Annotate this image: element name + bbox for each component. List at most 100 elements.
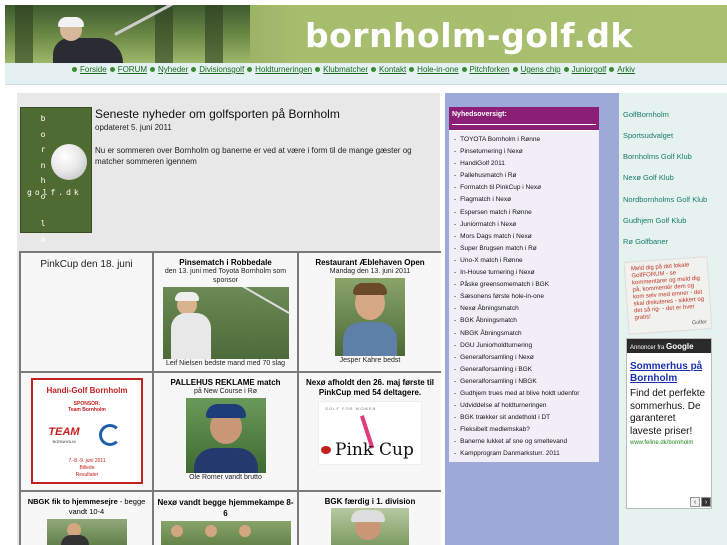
club-link[interactable]: Nexø Golf Klub bbox=[623, 173, 674, 182]
ad-next-button[interactable]: › bbox=[701, 497, 711, 507]
news-item-label[interactable]: Sæsonens første hole-in-one bbox=[460, 293, 544, 300]
forum-sticky-note[interactable]: Meld dig på det lokale GolfFORUM - se ko… bbox=[623, 256, 713, 335]
pinkcup-date-cell[interactable]: PinkCup den 18. juni bbox=[21, 253, 152, 371]
club-link[interactable]: Gudhjem Golf Klub bbox=[623, 216, 686, 225]
news-item[interactable]: - Flagmatch i Nexø bbox=[449, 194, 599, 206]
club-link[interactable]: Rø Golfbaner bbox=[623, 237, 668, 246]
handigolf-resultater-link[interactable]: Resultater bbox=[33, 472, 141, 478]
news-item[interactable]: - Uno-X match i Rønne bbox=[449, 255, 599, 267]
club-link[interactable]: Sportsudvalget bbox=[623, 131, 673, 140]
news-item-label[interactable]: DGU Juniorholdturnering bbox=[460, 342, 532, 349]
bgk-photo[interactable] bbox=[331, 508, 409, 545]
news-item[interactable]: - Udviddelse af holdturneringen bbox=[449, 400, 599, 412]
pallehus-cell[interactable]: PALLEHUS REKLAME match på New Course i R… bbox=[154, 373, 297, 490]
bgk-title[interactable]: BGK færdig i 1. division bbox=[299, 497, 441, 506]
ad-url[interactable]: www.feline.dk/bornholm bbox=[627, 438, 711, 446]
news-item[interactable]: - Pallehusmatch i Rø bbox=[449, 170, 599, 182]
news-item-label[interactable]: Kampprogram Danmarksturr. 2011 bbox=[460, 450, 560, 457]
news-item-label[interactable]: Super Brugsen match i Rø bbox=[460, 245, 537, 252]
news-item-label[interactable]: Flagmatch i Nexø bbox=[460, 196, 511, 203]
pinsematch-cell[interactable]: Pinsematch i Robbedale den 13. juni med … bbox=[154, 253, 297, 371]
news-item-label[interactable]: Pallehusmatch i Rø bbox=[460, 172, 516, 179]
news-item[interactable]: - Espersen match i Rønne bbox=[449, 207, 599, 219]
nav-link[interactable]: Forside bbox=[80, 65, 107, 74]
news-item[interactable]: - BGK trækker sit andethold i DT bbox=[449, 412, 599, 424]
news-item[interactable]: - BGK Åbningsmatch bbox=[449, 315, 599, 327]
nav-item[interactable]: Holdturneringen bbox=[247, 65, 312, 74]
nav-item[interactable]: Kontakt bbox=[371, 65, 406, 74]
news-item[interactable]: - Generalforsamling i NBGK bbox=[449, 376, 599, 388]
pinsematch-title[interactable]: Pinsematch i Robbedale bbox=[154, 258, 297, 267]
club-link[interactable]: Bornholms Golf Klub bbox=[623, 152, 692, 161]
news-item-label[interactable]: BGK trækker sit andethold i DT bbox=[460, 414, 550, 421]
news-item[interactable]: - Pinseturnering i Nexø bbox=[449, 146, 599, 158]
news-item-label[interactable]: Påske greensomematch i BGK bbox=[460, 281, 549, 288]
news-item[interactable]: - Kampprogram Danmarksturr. 2011 bbox=[449, 448, 599, 460]
news-item[interactable]: - Juniormatch i Nexø bbox=[449, 219, 599, 231]
news-item[interactable]: - TOYOTA Bornholm i Rønne bbox=[449, 134, 599, 146]
nexo-pinkcup-cell[interactable]: Nexø afholdt den 26. maj første til Pink… bbox=[299, 373, 441, 490]
news-item-label[interactable]: Nexø Åbningsmatch bbox=[460, 305, 519, 312]
nbgk-cell[interactable]: NBGK fik to hjemmesejre - begge vandt 10… bbox=[21, 492, 152, 545]
news-item-label[interactable]: NBGK Åbningsmatch bbox=[460, 330, 521, 337]
nav-item[interactable]: Klubmatcher bbox=[315, 65, 368, 74]
google-ad[interactable]: Annoncer fra Google Sommerhus på Bornhol… bbox=[626, 338, 712, 509]
restaurant-title[interactable]: Restaurant Æblehaven Open bbox=[299, 258, 441, 267]
nav-link[interactable]: Arkiv bbox=[617, 65, 635, 74]
ad-title-link[interactable]: Sommerhus på Bornholm bbox=[627, 353, 711, 385]
pinsematch-photo[interactable] bbox=[162, 287, 289, 359]
news-item[interactable]: - DGU Juniorholdturnering bbox=[449, 340, 599, 352]
news-item-label[interactable]: Formatch til PinkCup i Nexø bbox=[460, 184, 541, 191]
nav-link[interactable]: FORUM bbox=[118, 65, 147, 74]
news-item-label[interactable]: BGK Åbningsmatch bbox=[460, 317, 517, 324]
nav-item[interactable]: Ugens chip bbox=[512, 65, 561, 74]
news-item-label[interactable]: Juniormatch i Nexø bbox=[460, 221, 516, 228]
news-item[interactable]: - Nexø Åbningsmatch bbox=[449, 303, 599, 315]
pallehus-title[interactable]: PALLEHUS REKLAME match bbox=[154, 378, 297, 387]
news-item-label[interactable]: Generalforsamling i BGK bbox=[460, 366, 532, 373]
club-link[interactable]: GolfBornholm bbox=[623, 110, 669, 119]
restaurant-cell[interactable]: Restaurant Æblehaven Open Mandag den 13.… bbox=[299, 253, 441, 371]
nav-link[interactable]: Hole-in-one bbox=[417, 65, 458, 74]
nav-item[interactable]: Hole-in-one bbox=[409, 65, 459, 74]
nav-link[interactable]: Ugens chip bbox=[521, 65, 561, 74]
nav-link[interactable]: Klubmatcher bbox=[323, 65, 368, 74]
restaurant-photo[interactable] bbox=[335, 278, 405, 356]
handigolf-poster[interactable]: Handi-Golf Bornholm SPONSOR: Team Bornho… bbox=[31, 378, 143, 484]
news-item-label[interactable]: In-House turnering i Nexø bbox=[460, 269, 534, 276]
nav-link[interactable]: Juniorgolf bbox=[572, 65, 607, 74]
news-item[interactable]: - NBGK Åbningsmatch bbox=[449, 328, 599, 340]
nexo-vandt-cell[interactable]: Nexø vandt begge hjemmekampe 8-6 bbox=[154, 492, 297, 545]
nexo-pinkcup-title[interactable]: Nexø afholdt den 26. maj første til Pink… bbox=[299, 378, 441, 398]
nav-item[interactable]: Nyheder bbox=[150, 65, 188, 74]
nav-link[interactable]: Kontakt bbox=[379, 65, 406, 74]
news-item[interactable]: - Mors Dags match i Nexø bbox=[449, 231, 599, 243]
news-item-label[interactable]: Fleksibelt medlemskab? bbox=[460, 426, 530, 433]
news-item-label[interactable]: Espersen match i Rønne bbox=[460, 209, 532, 216]
handigolf-cell[interactable]: Handi-Golf Bornholm SPONSOR: Team Bornho… bbox=[21, 373, 152, 490]
pallehus-photo[interactable] bbox=[185, 398, 266, 473]
nexo-vandt-photo[interactable] bbox=[160, 521, 291, 545]
news-item[interactable]: - In-House turnering i Nexø bbox=[449, 267, 599, 279]
news-item-label[interactable]: Generalforsamling i Nexø bbox=[460, 354, 534, 361]
club-link[interactable]: Nordbornholms Golf Klub bbox=[623, 195, 707, 204]
handigolf-billede-link[interactable]: Billede bbox=[33, 465, 141, 471]
news-item[interactable]: - Generalforsamling i BGK bbox=[449, 364, 599, 376]
nav-link[interactable]: Divisionsgolf bbox=[199, 65, 244, 74]
nbgk-photo[interactable] bbox=[46, 519, 127, 545]
nexo-vandt-title[interactable]: Nexø vandt begge hjemmekampe 8-6 bbox=[154, 497, 297, 519]
news-item[interactable]: - HandiGolf 2011 bbox=[449, 158, 599, 170]
news-item-label[interactable]: Banerne lukket af sne og smeltevand bbox=[460, 438, 567, 445]
news-item[interactable]: - Generalforsamling i Nexø bbox=[449, 352, 599, 364]
news-item[interactable]: - Fleksibelt medlemskab? bbox=[449, 424, 599, 436]
ad-prev-button[interactable]: ‹ bbox=[690, 497, 700, 507]
bgk-cell[interactable]: BGK færdig i 1. division bbox=[299, 492, 441, 545]
news-item-label[interactable]: Mors Dags match i Nexø bbox=[460, 233, 532, 240]
news-item-label[interactable]: Generalforsamling i NBGK bbox=[460, 378, 537, 385]
news-item-label[interactable]: Udviddelse af holdturneringen bbox=[460, 402, 546, 409]
nav-item[interactable]: Juniorgolf bbox=[563, 65, 607, 74]
nav-link[interactable]: Nyheder bbox=[158, 65, 188, 74]
pinkcup-date[interactable]: PinkCup den 18. juni bbox=[21, 259, 152, 270]
nav-item[interactable]: Pitchforken bbox=[461, 65, 510, 74]
nav-link[interactable]: Pitchforken bbox=[470, 65, 510, 74]
